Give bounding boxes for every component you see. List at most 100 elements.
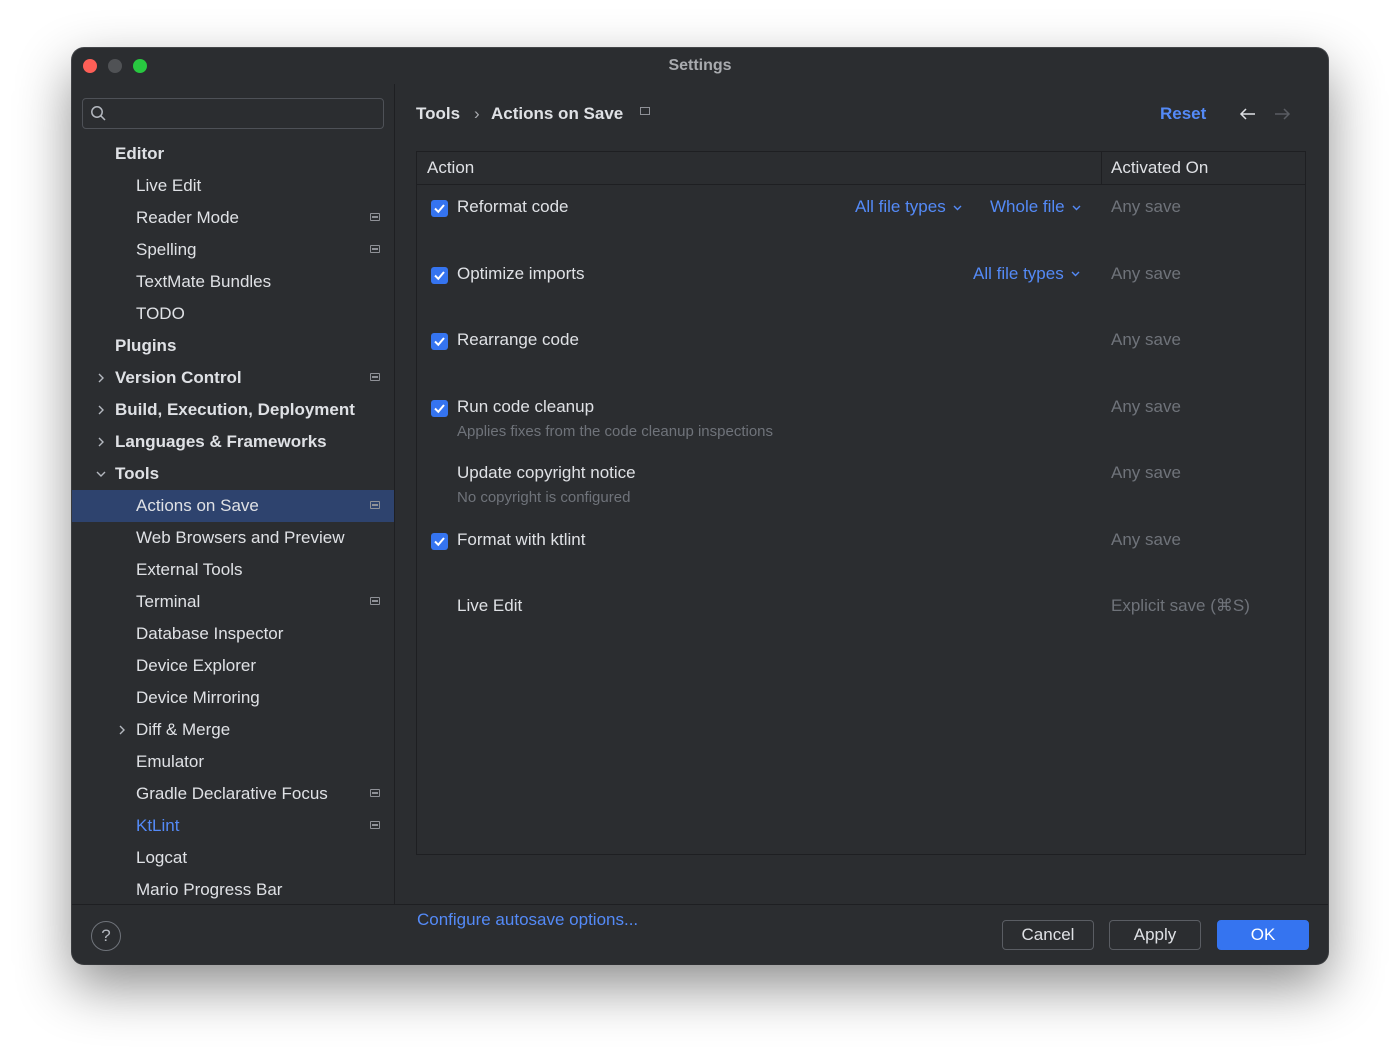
dropdown-label: All file types (855, 197, 946, 216)
apply-button[interactable]: Apply (1109, 920, 1201, 950)
sidebar-item-label: Device Mirroring (136, 688, 260, 707)
project-scope-icon (370, 213, 380, 221)
sidebar-item[interactable]: Mario Progress Bar (72, 874, 394, 906)
sidebar-item[interactable]: Spelling (72, 234, 394, 266)
scope-dropdown[interactable]: Whole file (990, 197, 1082, 218)
sidebar-item-label: Editor (115, 144, 165, 163)
checkmark-icon (434, 270, 445, 280)
sidebar-item[interactable]: Actions on Save (72, 490, 394, 522)
ok-button[interactable]: OK (1217, 920, 1309, 950)
search-input[interactable] (82, 98, 384, 129)
sidebar-item-label: Spelling (136, 240, 197, 259)
table-row: Run code cleanup Applies fixes from the c… (417, 388, 1305, 448)
checkmark-icon (434, 204, 445, 214)
sidebar-item-label: Device Explorer (136, 656, 256, 675)
help-button[interactable]: ? (91, 921, 121, 951)
chevron-down-icon (1070, 264, 1081, 284)
project-scope-icon (370, 245, 380, 253)
sidebar-item[interactable]: KtLint (72, 810, 394, 842)
chevron-right-icon[interactable] (95, 404, 107, 416)
sidebar-item[interactable]: Database Inspector (72, 618, 394, 650)
sidebar-item-label: Web Browsers and Preview (136, 528, 345, 547)
settings-window: Settings Editor Live Edit Reader Mode Spell… (72, 48, 1328, 964)
sidebar-item[interactable]: Tools (72, 458, 394, 490)
sidebar-item[interactable]: Emulator (72, 746, 394, 778)
footer-divider (72, 904, 1328, 905)
sidebar-item[interactable]: TextMate Bundles (72, 266, 394, 298)
sidebar-item[interactable]: Reader Mode (72, 202, 394, 234)
project-icon (640, 107, 650, 115)
checkmark-icon (434, 536, 445, 546)
chevron-down-icon (952, 198, 963, 218)
sidebar-item[interactable]: Device Explorer (72, 650, 394, 682)
action-description: No copyright is configured (457, 489, 631, 506)
sidebar-item-label: Gradle Declarative Focus (136, 784, 328, 803)
checkbox[interactable] (431, 399, 448, 417)
action-label: Rearrange code (457, 330, 579, 349)
activated-on-value: Any save (1111, 197, 1181, 216)
column-header-activated-on: Activated On (1111, 158, 1209, 177)
checkbox[interactable] (431, 200, 448, 217)
sidebar-item[interactable]: TODO (72, 298, 394, 330)
scope-dropdown[interactable]: All file types (973, 264, 1081, 285)
action-description: Applies fixes from the code cleanup insp… (457, 422, 774, 440)
cancel-button[interactable]: Cancel (1002, 920, 1094, 950)
sidebar-item-label: External Tools (136, 560, 243, 579)
configure-autosave-link[interactable]: Configure autosave options... (417, 910, 638, 930)
chevron-right-icon[interactable] (116, 724, 128, 736)
project-scope-icon (370, 821, 380, 829)
sidebar-item[interactable]: Editor (72, 138, 394, 170)
reset-link[interactable]: Reset (1160, 104, 1206, 124)
sidebar-item[interactable]: External Tools (72, 554, 394, 586)
action-label: Live Edit (457, 596, 523, 615)
action-label: Run code cleanup (457, 396, 595, 416)
breadcrumb-parent[interactable]: Tools (416, 104, 460, 124)
sidebar-item-label: Terminal (136, 592, 201, 611)
activated-on-value: Any save (1111, 263, 1181, 283)
activated-on-value: Any save (1111, 529, 1181, 549)
sidebar-item[interactable]: Diff & Merge (72, 714, 394, 746)
checkbox[interactable] (431, 266, 448, 284)
sidebar-item[interactable]: Web Browsers and Preview (72, 522, 394, 554)
sidebar-item-label: TextMate Bundles (136, 272, 272, 291)
sidebar-item-label: Logcat (136, 848, 188, 867)
scope-dropdown[interactable]: All file types (855, 197, 963, 218)
sidebar-item-label: Database Inspector (136, 624, 284, 643)
project-scope-icon (370, 501, 380, 509)
chevron-down-icon (1071, 198, 1082, 218)
action-label: Update copyright notice (457, 463, 636, 482)
main-panel: Tools › Actions on Save Reset Action Act… (395, 84, 1328, 929)
sidebar-item[interactable]: Build, Execution, Deployment (72, 394, 394, 426)
forward-arrow-icon[interactable] (1272, 106, 1292, 122)
sidebar-item[interactable]: Version Control (72, 362, 394, 394)
sidebar-item[interactable]: Plugins (72, 330, 394, 362)
breadcrumb-current: Actions on Save (491, 104, 624, 123)
sidebar-item[interactable]: Languages & Frameworks (72, 426, 394, 458)
checkmark-icon (434, 337, 445, 347)
table-row: Format with ktlint Any save (417, 521, 1305, 581)
dropdown-label: All file types (973, 263, 1064, 283)
sidebar-item-label: Actions on Save (136, 496, 259, 515)
sidebar-item[interactable]: Device Mirroring (72, 682, 394, 714)
table-row: Live Edit Explicit save (⌘S) (417, 587, 1305, 647)
checkbox[interactable] (431, 532, 448, 550)
back-arrow-icon[interactable] (1238, 106, 1258, 122)
table-row: Rearrange code Any save (417, 321, 1305, 381)
checkbox[interactable] (431, 333, 448, 350)
breadcrumb-separator: › (474, 104, 480, 123)
title-bar: Settings (72, 48, 1328, 84)
table-row: Update copyright notice No copyright is c… (417, 454, 1305, 514)
sidebar-item[interactable]: Terminal (72, 586, 394, 618)
column-divider (1101, 152, 1102, 184)
column-header-action: Action (427, 158, 475, 177)
chevron-right-icon[interactable] (95, 436, 107, 448)
table-row: Optimize imports All file types Any save (417, 255, 1305, 315)
chevron-down-icon[interactable] (95, 468, 107, 480)
sidebar-item[interactable]: Logcat (72, 842, 394, 874)
sidebar-item-label: Live Edit (136, 176, 202, 195)
sidebar-item-label: Diff & Merge (136, 720, 231, 739)
sidebar-item[interactable]: Gradle Declarative Focus (72, 778, 394, 810)
chevron-right-icon[interactable] (95, 372, 107, 384)
sidebar-item[interactable]: Live Edit (72, 170, 394, 202)
activated-on-value: Any save (1111, 330, 1181, 349)
